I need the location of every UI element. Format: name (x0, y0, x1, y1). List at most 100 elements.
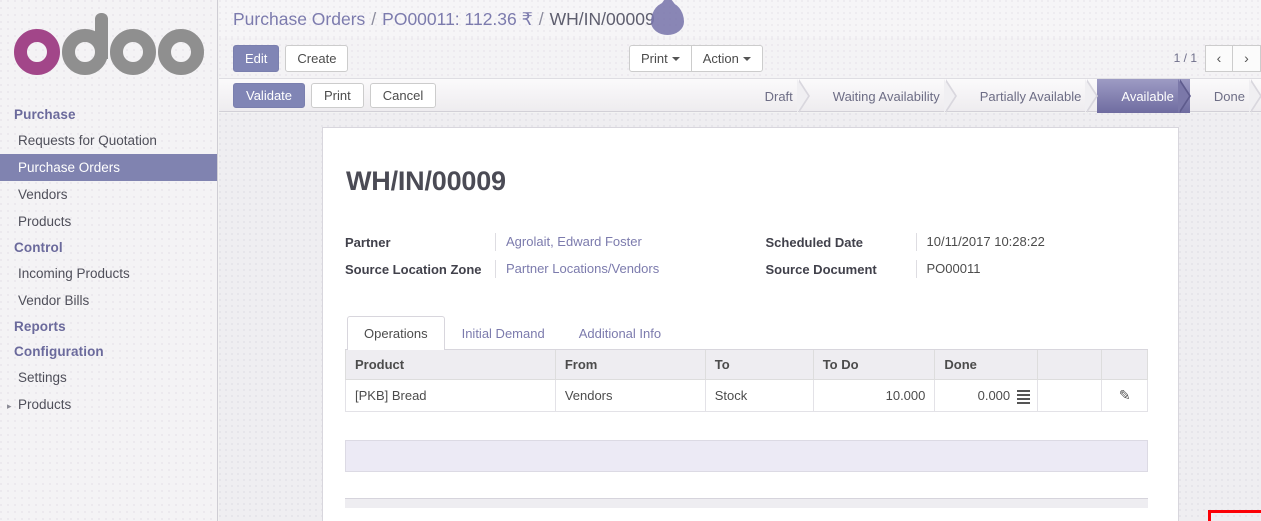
action-dropdown-button[interactable]: Action (690, 44, 763, 72)
field-label-scheduled-date: Scheduled Date (765, 235, 864, 250)
done-quantity-value: 0.000 (977, 388, 1011, 403)
tab-operations[interactable]: Operations (347, 316, 445, 350)
table-row[interactable]: [PKB] Bread Vendors Stock 10.000 0.000 ✎ (345, 379, 1148, 412)
column-header-spacer-2 (1101, 350, 1148, 380)
print-action-group: Print Action (629, 44, 763, 72)
field-label-partner: Partner (345, 235, 391, 250)
create-button[interactable]: Create (285, 44, 349, 72)
sidebar-item-configuration-products[interactable]: ▸ Products (0, 391, 217, 418)
sidebar-section-control: Control (14, 240, 63, 255)
field-group-right: Scheduled Date 10/11/2017 10:28:22 Sourc… (747, 233, 1149, 287)
sidebar-section-purchase: Purchase (14, 107, 76, 122)
breadcrumb-bar: Purchase Orders / PO00011: 112.36 ₹ / WH/IN/… (219, 0, 1261, 38)
chevron-left-icon: ‹ (1216, 50, 1222, 66)
bottom-strip (345, 498, 1148, 508)
breadcrumb-separator-1: / (371, 8, 377, 29)
field-group-left: Partner Agrolait, Edward Foster Source L… (345, 233, 747, 287)
print-dropdown-button[interactable]: Print (629, 44, 692, 72)
pager-previous-button[interactable]: ‹ (1205, 44, 1233, 72)
sidebar-item-vendor-bills[interactable]: Vendor Bills (0, 287, 217, 314)
field-row-source-location-zone: Source Location Zone Partner Locations/V… (345, 260, 723, 278)
operations-table: Product From To To Do Done [PKB] Bread V… (345, 350, 1148, 412)
chevron-down-icon (671, 57, 680, 62)
record-form-card: WH/IN/00009 Partner Agrolait, Edward Fos… (322, 127, 1179, 521)
field-groups: Partner Agrolait, Edward Foster Source L… (345, 233, 1148, 287)
sidebar-item-requests-for-quotation[interactable]: Requests for Quotation (0, 127, 217, 154)
sidebar-item-incoming-products[interactable]: Incoming Products (0, 260, 217, 287)
cell-from: Vendors (554, 379, 706, 412)
action-label: Action (702, 50, 739, 66)
sidebar-item-purchase-orders[interactable]: Purchase Orders (0, 154, 217, 181)
status-step-draft[interactable]: Draft (743, 79, 810, 113)
column-header-from[interactable]: From (554, 350, 706, 380)
status-step-available[interactable]: Available (1097, 79, 1191, 113)
breadcrumb-order-link[interactable]: PO00011: 112.36 ₹ (382, 9, 533, 29)
column-header-spacer-1 (1037, 350, 1103, 380)
cell-done[interactable]: 0.000 (934, 379, 1039, 412)
field-value-scheduled-date: 10/11/2017 10:28:22 (915, 233, 1125, 251)
field-row-source-document: Source Document PO00011 (766, 260, 1125, 278)
table-header: Product From To To Do Done (345, 350, 1148, 380)
breadcrumb-root-link[interactable]: Purchase Orders (233, 9, 365, 29)
logo-letter-o-1-icon (13, 29, 60, 75)
cell-to-do: 10.000 (812, 379, 936, 412)
status-bar: Validate Print Cancel Draft Waiting Avai… (219, 78, 1261, 113)
column-header-product[interactable]: Product (345, 350, 556, 380)
odoo-logo[interactable] (0, 0, 217, 100)
table-body: [PKB] Bread Vendors Stock 10.000 0.000 ✎ (345, 379, 1148, 412)
column-header-done[interactable]: Done (934, 350, 1039, 380)
sidebar-item-label: Products (18, 397, 72, 412)
logo-letter-o-2-icon (109, 29, 156, 75)
logo-letter-d-icon (61, 13, 108, 75)
sidebar-item-vendors[interactable]: Vendors (0, 181, 217, 208)
sidebar-item-settings[interactable]: Settings (0, 364, 217, 391)
column-header-to-do[interactable]: To Do (812, 350, 936, 380)
content-area: WH/IN/00009 Partner Agrolait, Edward Fos… (219, 113, 1261, 521)
sidebar-section-reports: Reports (14, 319, 66, 334)
empty-row-band (345, 440, 1148, 472)
print-label: Print (641, 50, 668, 66)
sidebar-item-products[interactable]: Products (0, 208, 217, 235)
pointer-cursor-indicator (651, 2, 684, 35)
chevron-right-icon: › (1244, 50, 1249, 66)
expand-caret-icon: ▸ (7, 401, 12, 411)
breadcrumb-separator-2: / (538, 8, 544, 29)
pager: 1 / 1 ‹ › (1173, 44, 1261, 72)
pager-count: 1 / 1 (1173, 51, 1197, 65)
list-view-icon[interactable] (1017, 390, 1031, 404)
field-row-partner: Partner Agrolait, Edward Foster (345, 233, 723, 251)
breadcrumb-current: WH/IN/00009 (549, 8, 655, 29)
sidebar: Purchase Requests for Quotation Purchase… (0, 0, 218, 521)
done-field-highlight-annotation (1208, 510, 1261, 521)
pencil-icon[interactable]: ✎ (1119, 387, 1131, 404)
pager-next-button[interactable]: › (1233, 44, 1261, 72)
cell-spacer-1 (1037, 379, 1103, 412)
field-value-partner[interactable]: Agrolait, Edward Foster (495, 233, 723, 251)
page-title: WH/IN/00009 (346, 166, 506, 196)
status-step-partially-available[interactable]: Partially Available (956, 79, 1099, 113)
validate-button[interactable]: Validate (233, 82, 306, 108)
notebook-tabs: Operations Initial Demand Additional Inf… (345, 315, 1148, 350)
status-print-button[interactable]: Print (311, 82, 364, 108)
sidebar-menu: Purchase Requests for Quotation Purchase… (0, 100, 217, 418)
field-value-source-location-zone[interactable]: Partner Locations/Vendors (495, 260, 723, 278)
field-row-scheduled-date: Scheduled Date 10/11/2017 10:28:22 (766, 233, 1125, 251)
status-step-waiting-availability[interactable]: Waiting Availability (809, 79, 957, 113)
table-header-row: Product From To To Do Done (345, 350, 1148, 380)
sidebar-section-configuration: Configuration (14, 344, 104, 359)
cancel-button[interactable]: Cancel (369, 82, 437, 108)
main-area: Purchase Orders / PO00011: 112.36 ₹ / WH/IN/… (219, 0, 1261, 521)
column-header-to[interactable]: To (704, 350, 814, 380)
breadcrumb: Purchase Orders / PO00011: 112.36 ₹ / WH/IN/… (233, 9, 655, 30)
cell-to: Stock (704, 379, 814, 412)
tab-additional-info[interactable]: Additional Info (562, 316, 678, 350)
status-step-done[interactable]: Done (1190, 79, 1261, 113)
cell-product: [PKB] Bread (345, 379, 556, 412)
edit-button[interactable]: Edit (233, 44, 280, 72)
status-flow: Draft Waiting Availability Partially Ava… (743, 79, 1261, 113)
cell-row-edit[interactable]: ✎ (1101, 379, 1148, 412)
field-label-source-document: Source Document (765, 262, 877, 277)
field-value-source-document: PO00011 (915, 260, 1125, 278)
workflow-buttons: Validate Print Cancel (233, 82, 437, 108)
tab-initial-demand[interactable]: Initial Demand (445, 316, 562, 350)
